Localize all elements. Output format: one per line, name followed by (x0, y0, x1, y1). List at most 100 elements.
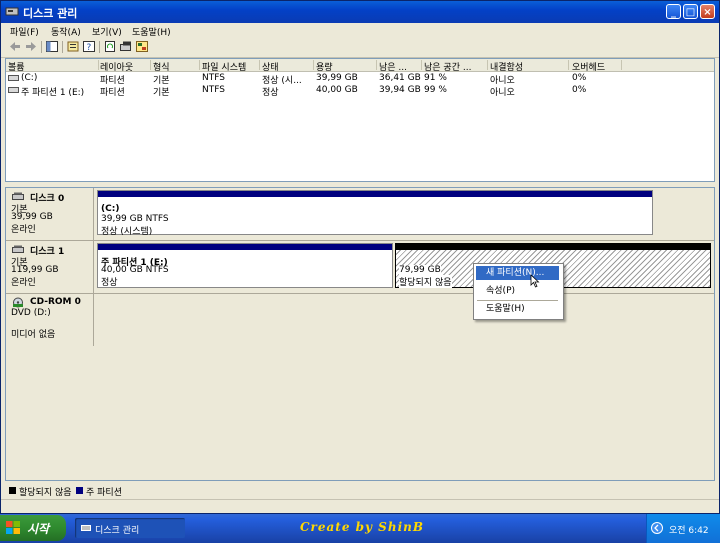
menu-action[interactable]: 동작(A) (51, 25, 81, 38)
legend-label-unallocated: 할당되지 않음 (19, 488, 72, 498)
partition-name: (C:) (101, 204, 120, 214)
forward-arrow-icon[interactable] (25, 41, 37, 52)
cell-layout: 파티션 (100, 88, 125, 98)
disk-label[interactable]: 디스크 0 기본 39,99 GB 온라인 (6, 188, 94, 240)
column-header-free[interactable]: 남은 ... (379, 60, 422, 73)
disk-management-icon (81, 525, 91, 531)
disk-size: 39,99 GB (11, 212, 53, 222)
refresh-icon[interactable] (104, 41, 116, 52)
drive-icon (8, 75, 19, 81)
cell-type: 기본 (153, 88, 170, 98)
disk-management-icon (5, 7, 19, 16)
cell-free-percent: 99 % (424, 85, 447, 95)
taskbar: 시작 디스크 관리 Create by ShinB 오전 6:42 (0, 514, 720, 543)
start-label: 시작 (27, 522, 50, 536)
partition-e[interactable]: 주 파티션 1 (E:) 40,00 GB NTFS 정상 (97, 243, 393, 288)
unallocated-bar (396, 244, 710, 250)
column-header-layout[interactable]: 레이아웃 (100, 60, 151, 73)
cell-capacity: 40,00 GB (316, 85, 358, 95)
cdrom-row: CD-ROM 0 DVD (D:) 미디어 없음 (6, 294, 714, 346)
disk-row-1: 디스크 1 기본 119,99 GB 온라인 주 파티션 1 (E:) 40,0… (6, 241, 714, 294)
column-header-status[interactable]: 상태 (262, 60, 314, 73)
table-row[interactable]: (C:) 파티션 기본 NTFS 정상 (시... 39,99 GB 36,41… (6, 72, 714, 86)
task-label: 디스크 관리 (95, 526, 140, 536)
unallocated-status: 할당되지 않음 (399, 275, 452, 288)
start-button[interactable]: 시작 (0, 515, 66, 541)
partition-size: 39,99 GB NTFS (101, 214, 169, 224)
cell-overhead: 0% (572, 73, 587, 83)
brand-text: Create by ShinB (300, 520, 424, 534)
toolbar: ? (1, 38, 719, 58)
cdrom-type: DVD (D:) (11, 308, 51, 318)
rescan-disks-icon[interactable] (120, 41, 132, 52)
column-header-volume[interactable]: 볼륨 (8, 60, 99, 73)
svg-text:?: ? (87, 43, 92, 52)
cell-volume: (C:) (21, 73, 38, 83)
legend-swatch-unallocated (9, 487, 16, 494)
cell-filesystem: NTFS (202, 73, 225, 83)
disk-state: 온라인 (11, 225, 36, 235)
cell-filesystem: NTFS (202, 85, 225, 95)
disk-label[interactable]: 디스크 1 기본 119,99 GB 온라인 (6, 241, 94, 293)
partition-status: 정상 (시스템) (101, 227, 153, 237)
column-header-free-percent[interactable]: 남은 공간 ... (424, 60, 488, 73)
column-header-fault-tolerance[interactable]: 내결함성 (490, 60, 569, 73)
windows-flag-icon (6, 521, 20, 534)
column-header-filesystem[interactable]: 파일 시스템 (202, 60, 260, 73)
mouse-cursor-icon (530, 274, 540, 288)
legend-swatch-primary (76, 487, 83, 494)
status-bar (1, 499, 719, 514)
taskbar-button-disk-management[interactable]: 디스크 관리 (75, 518, 185, 538)
primary-partition-bar (98, 244, 392, 250)
maximize-button[interactable]: □ (683, 4, 698, 19)
menu-item-properties[interactable]: 속성(P) (476, 284, 559, 298)
cdrom-state: 미디어 없음 (11, 330, 56, 340)
hard-disk-icon (12, 245, 24, 253)
cell-free: 39,94 GB (379, 85, 421, 95)
cell-status: 정상 (262, 88, 279, 98)
disk-management-window: 디스크 관리 _ □ × 파일(F) 동작(A) 보기(V) 도움말(H) ? … (0, 0, 720, 514)
cdrom-label[interactable]: CD-ROM 0 DVD (D:) 미디어 없음 (6, 294, 94, 346)
cell-fault-tolerance: 아니오 (490, 88, 515, 98)
partition-status: 정상 (101, 278, 118, 288)
column-header-overhead[interactable]: 오버헤드 (572, 60, 622, 73)
menu-file[interactable]: 파일(F) (10, 25, 39, 38)
cd-drive-icon (13, 297, 23, 308)
cdrom-name: CD-ROM 0 (30, 297, 81, 307)
close-button[interactable]: × (700, 4, 715, 19)
title-bar[interactable]: 디스크 관리 _ □ × (1, 1, 719, 23)
partition-size: 40,00 GB NTFS (101, 265, 169, 275)
partition-c[interactable]: (C:) 39,99 GB NTFS 정상 (시스템) (97, 190, 653, 237)
console-tree-icon[interactable] (46, 41, 58, 52)
volume-list: 볼륨 레이아웃 형식 파일 시스템 상태 용량 남은 ... 남은 공간 ...… (5, 58, 715, 182)
column-header-capacity[interactable]: 용량 (316, 60, 377, 73)
context-menu: 새 파티션(N)... 속성(P) 도움말(H) (473, 263, 564, 320)
drive-icon (8, 87, 19, 93)
unallocated-size: 79,99 GB (399, 265, 441, 275)
table-row[interactable]: 주 파티션 1 (E:) 파티션 기본 NTFS 정상 40,00 GB 39,… (6, 84, 714, 98)
cell-free-percent: 91 % (424, 73, 447, 83)
minimize-button[interactable]: _ (666, 4, 681, 19)
column-header-type[interactable]: 형식 (153, 60, 200, 73)
cell-volume: 주 파티션 1 (E:) (21, 88, 85, 98)
menu-bar: 파일(F) 동작(A) 보기(V) 도움말(H) (1, 23, 719, 38)
legend-label-primary: 주 파티션 (86, 488, 122, 498)
cell-free: 36,41 GB (379, 73, 421, 83)
menu-separator (477, 300, 558, 301)
help-icon[interactable]: ? (83, 41, 95, 52)
window-title: 디스크 관리 (23, 7, 78, 20)
settings-icon[interactable] (136, 41, 148, 52)
toolbar-separator (41, 41, 42, 53)
menu-item-new-partition[interactable]: 새 파티션(N)... (476, 266, 559, 280)
menu-view[interactable]: 보기(V) (92, 25, 122, 38)
clock[interactable]: 오전 6:42 (669, 523, 709, 536)
menu-item-help[interactable]: 도움말(H) (476, 302, 559, 316)
menu-help[interactable]: 도움말(H) (132, 25, 171, 38)
back-arrow-icon[interactable] (9, 41, 21, 52)
disk-name: 디스크 1 (30, 247, 65, 257)
hard-disk-icon (12, 192, 24, 200)
cell-capacity: 39,99 GB (316, 73, 358, 83)
tray-arrow-icon[interactable] (651, 522, 663, 534)
properties-icon[interactable] (67, 41, 79, 52)
toolbar-separator (62, 41, 63, 53)
